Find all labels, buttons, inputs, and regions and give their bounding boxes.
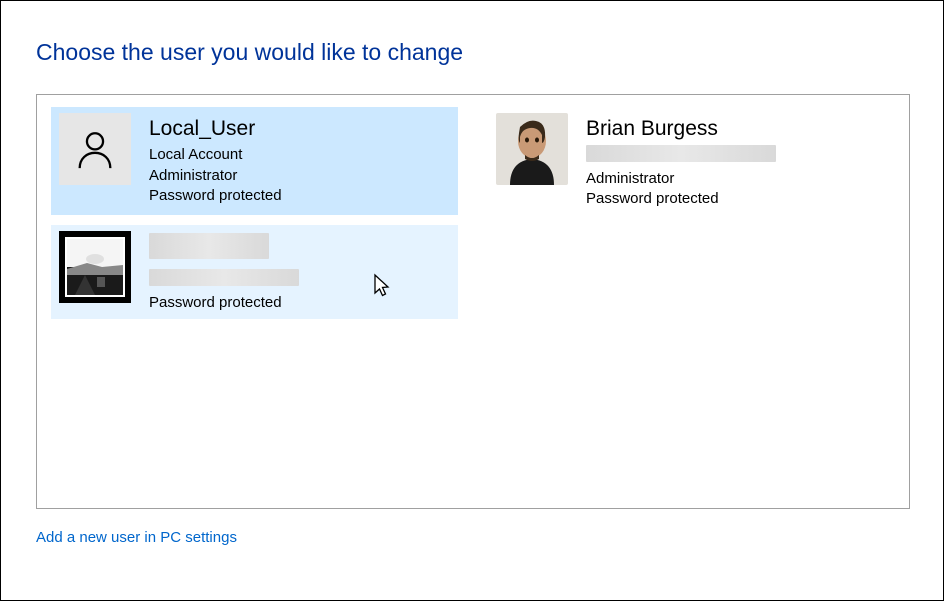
user-password-status: Password protected bbox=[149, 293, 299, 313]
user-name-redacted bbox=[149, 233, 299, 267]
user-role: Administrator bbox=[149, 166, 282, 186]
user-name: Brian Burgess bbox=[586, 115, 776, 143]
avatar-photo bbox=[496, 113, 568, 185]
user-password-status: Password protected bbox=[149, 186, 282, 206]
page-title: Choose the user you would like to change bbox=[36, 39, 908, 66]
user-accounts-panel: Choose the user you would like to change… bbox=[1, 1, 943, 566]
user-name: Local_User bbox=[149, 115, 282, 143]
users-list: Local_User Local Account Administrator P… bbox=[36, 94, 910, 509]
user-account-type-redacted bbox=[586, 145, 776, 168]
user-tile-redacted[interactable]: Password protected bbox=[51, 225, 458, 319]
avatar bbox=[59, 113, 131, 185]
user-info: Brian Burgess Administrator Password pro… bbox=[586, 113, 776, 209]
add-user-link[interactable]: Add a new user in PC settings bbox=[36, 529, 908, 546]
user-info: Password protected bbox=[149, 231, 299, 313]
user-tile-local-user[interactable]: Local_User Local Account Administrator P… bbox=[51, 107, 458, 215]
avatar bbox=[496, 113, 568, 185]
avatar-photo bbox=[59, 231, 131, 303]
user-icon bbox=[59, 113, 131, 185]
user-account-type: Local Account bbox=[149, 145, 282, 165]
user-account-type-redacted bbox=[149, 269, 299, 292]
user-role: Administrator bbox=[586, 169, 776, 189]
user-password-status: Password protected bbox=[586, 189, 776, 209]
user-info: Local_User Local Account Administrator P… bbox=[149, 113, 282, 206]
cursor-icon bbox=[373, 273, 393, 299]
user-tile-brian-burgess[interactable]: Brian Burgess Administrator Password pro… bbox=[488, 107, 895, 215]
avatar bbox=[59, 231, 131, 303]
